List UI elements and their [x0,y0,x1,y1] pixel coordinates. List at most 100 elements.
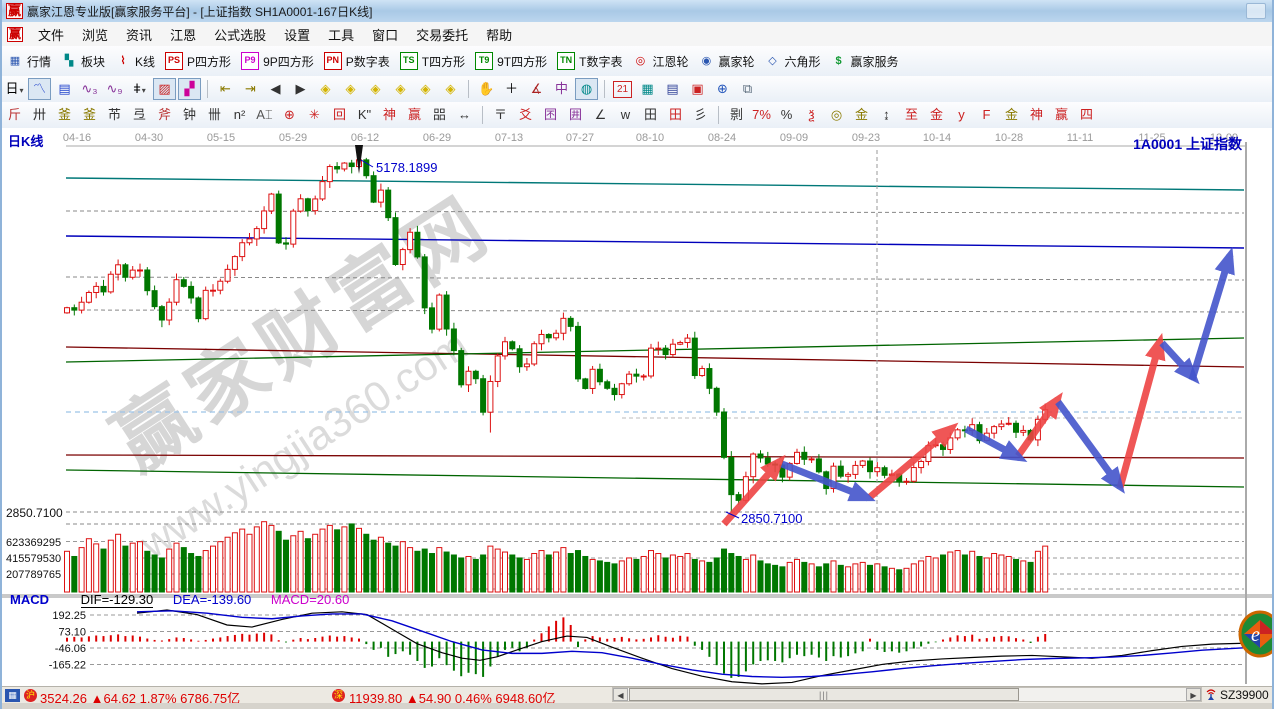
smart-analysis-icon[interactable]: ◍ [575,78,598,100]
knife-cycle-icon[interactable]: 斧 [153,104,176,126]
next-page-icon[interactable]: ▶ [289,78,312,100]
clock-cycle-icon[interactable]: 钟 [178,104,201,126]
wave-3-tool-icon[interactable]: ∿₃ [78,78,101,100]
volume-profile-icon[interactable]: ▞ [178,78,201,100]
toolbar-button-gann-wheel[interactable]: ◎江恩轮 [632,53,688,70]
gold-line-icon[interactable]: 金 [850,104,873,126]
web-tool-icon[interactable]: ⊕ [711,78,734,100]
time-ruler-icon[interactable]: 卅 [28,104,51,126]
hist-scale-icon[interactable]: 㔀 [725,104,748,126]
star-grid-icon[interactable]: ✳ [303,104,326,126]
menu-item-3[interactable]: 江恩 [161,26,205,45]
scroll-left-button[interactable]: ◀ [613,688,628,701]
calculator-tool-icon[interactable]: ▦ [636,78,659,100]
toolbar-button-winner-service[interactable]: $赢家服务 [831,53,899,70]
first-page-icon[interactable]: ⇤ [214,78,237,100]
prev-page-icon[interactable]: ◀ [264,78,287,100]
wave-9-tool-icon[interactable]: ∿₉ [103,78,126,100]
menu-item-1[interactable]: 浏览 [73,26,117,45]
menu-item-7[interactable]: 窗口 [363,26,407,45]
square-grid-red-icon[interactable]: 回 [328,104,351,126]
f-angle-icon[interactable]: F [975,104,998,126]
workstation-tool-icon[interactable]: ⧉ [736,78,759,100]
spiral-tool-icon[interactable]: 弖 [128,104,151,126]
ying-angle-icon[interactable]: 赢 [1050,104,1073,126]
toolbar-button-hexagon[interactable]: ◇六角形 [765,53,821,70]
menu-item-2[interactable]: 资讯 [117,26,161,45]
angle-lines-icon[interactable]: ∠ [589,104,612,126]
kline-chart-area[interactable]: 赢家财富网www.yingjia360.com04-1604-3005-1505… [2,128,1274,686]
y-angle-icon[interactable]: y [950,104,973,126]
toolbar-button-sectors[interactable]: ▚板块 [61,53,105,70]
gold-angle-icon[interactable]: 金 [1000,104,1023,126]
gann-box-icon[interactable]: 〒 [489,104,512,126]
h-span-icon[interactable]: ↔ [453,104,476,126]
info-document-icon[interactable]: ▤ [53,78,76,100]
crosshair-tool-icon[interactable]: ＋ [500,78,523,100]
four-angle-icon[interactable]: 四 [1075,104,1098,126]
a-divider-icon[interactable]: A⌶ [253,104,276,126]
candle-style-dropdown-icon[interactable]: 日▾ [3,78,26,100]
wave-w-icon[interactable]: w [614,104,637,126]
macd-indicator-label[interactable]: MACD [10,592,49,607]
shen-tool-icon[interactable]: 神 [378,104,401,126]
save-tool-icon[interactable]: ▣ [686,78,709,100]
notes-tool-icon[interactable]: ▤ [661,78,684,100]
gold-circle-icon[interactable]: ◎ [825,104,848,126]
menu-item-5[interactable]: 设置 [275,26,319,45]
toolbar-button-t-square[interactable]: TST四方形 [400,52,465,70]
toolbar-button-9t-square[interactable]: T99T四方形 [475,52,547,70]
toolbar-button-winner-wheel[interactable]: ◉赢家轮 [698,53,754,70]
k-mark-icon[interactable]: K" [353,104,376,126]
window-control-button[interactable] [1246,3,1266,19]
last-page-icon[interactable]: ⇥ [239,78,262,100]
n-square-icon[interactable]: n² [228,104,251,126]
dense-ruler-icon[interactable]: 卌 [203,104,226,126]
gold-under-icon[interactable]: 金 [925,104,948,126]
draw-knife-icon[interactable]: 斤 [3,104,26,126]
grid-123-icon[interactable]: 㗊 [428,104,451,126]
toolbar-button-p-square[interactable]: PSP四方形 [165,52,231,70]
golden-section-1-icon[interactable]: 釜 [53,104,76,126]
ying-tool-icon[interactable]: 赢 [403,104,426,126]
golden-section-2-icon[interactable]: 釜 [78,104,101,126]
menu-item-8[interactable]: 交易委托 [407,26,477,45]
toolbar-button-t-number-table[interactable]: TNT数字表 [557,52,622,70]
gann-diamond-cross-icon[interactable]: ◈ [389,78,412,100]
updown-mark-icon[interactable]: ↨ [875,104,898,126]
menu-item-9[interactable]: 帮助 [477,26,521,45]
grid-square-2-icon[interactable]: 田 [664,104,687,126]
menu-item-0[interactable]: 文件 [29,26,73,45]
scrollbar-thumb[interactable]: ||| [629,688,1019,701]
current-stock-code[interactable]: SZ39900 [1220,688,1274,702]
gann-diamond-left-icon[interactable]: ◈ [314,78,337,100]
calendar-tool-icon[interactable]: 21 [613,81,632,98]
title-bar[interactable]: 赢 赢家江恩专业版[赢家服务平台] - [上证指数 SH1A0001-167日K… [2,0,1272,23]
percent-7-icon[interactable]: 7% [750,104,773,126]
slash-lines-icon[interactable]: 彡 [689,104,712,126]
percent-line-icon[interactable]: ѯ [800,104,823,126]
gann-diamond-all-icon[interactable]: ◈ [414,78,437,100]
toolbar-button-9p-square[interactable]: P99P四方形 [241,52,314,70]
toolbar-button-p-number-table[interactable]: PNP数字表 [324,52,390,70]
gann-mark-tool-icon[interactable]: 中 [550,78,573,100]
status-grid-icon[interactable]: ▦ [5,689,20,702]
hand-tool-icon[interactable]: ✋ [475,78,498,100]
candle-style-dropdown-dropdown-arrow[interactable]: ▾ [20,86,24,95]
menu-item-6[interactable]: 工具 [319,26,363,45]
grid-square-1-icon[interactable]: 田 [639,104,662,126]
candle-tool-dropdown-dropdown-arrow[interactable]: ▾ [142,86,146,95]
fence-lines-icon[interactable]: 芇 [103,104,126,126]
target-circle-icon[interactable]: ⊕ [278,104,301,126]
gann-diamond-h-icon[interactable]: ◈ [364,78,387,100]
gann-diamond-star-icon[interactable]: ◈ [439,78,462,100]
map-mode-icon[interactable]: ▨ [153,78,176,100]
percent-icon[interactable]: % [775,104,798,126]
candle-tool-dropdown-icon[interactable]: ǂ▾ [128,78,151,100]
gann-diamond-right-icon[interactable]: ◈ [339,78,362,100]
box-purple-icon[interactable]: 囨 [539,104,562,126]
shen-angle-icon[interactable]: 神 [1025,104,1048,126]
fan-lines-red-icon[interactable]: 爻 [514,104,537,126]
zigzag-analysis-icon[interactable]: 〽 [28,78,51,100]
toolbar-button-quotes[interactable]: ▦行情 [7,53,51,70]
